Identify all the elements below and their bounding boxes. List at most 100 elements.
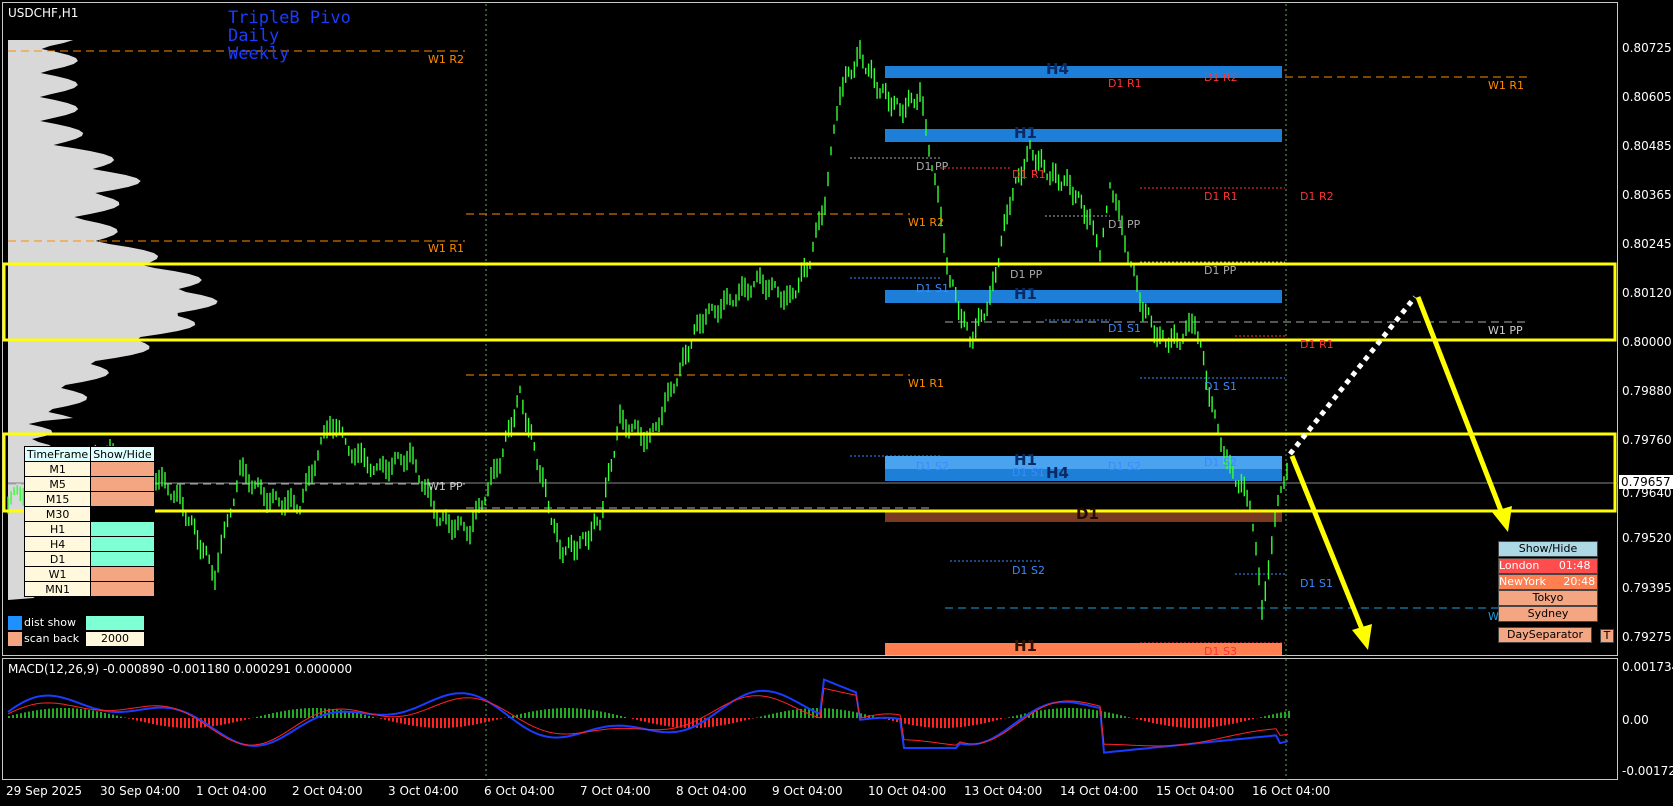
macd-bar xyxy=(256,716,258,719)
macd-bar xyxy=(1224,718,1226,726)
day-separator-button[interactable]: DaySeparator xyxy=(1498,627,1592,643)
tf-toggle[interactable] xyxy=(90,521,155,537)
tf-label: W1 xyxy=(23,566,92,582)
session-newyork[interactable]: NewYork 20:48 xyxy=(1498,574,1598,590)
macd-bar xyxy=(192,718,194,728)
macd-bar xyxy=(576,708,578,719)
indicator-name: TripleB Pivo xyxy=(228,8,351,28)
macd-bar xyxy=(1124,716,1126,718)
d1-r1-label-3: D1 R1 xyxy=(1012,168,1046,181)
macd-bar xyxy=(948,718,950,728)
macd-bar xyxy=(36,710,38,718)
tf-toggle[interactable] xyxy=(90,581,155,597)
macd-bar xyxy=(168,718,170,727)
macd-bar xyxy=(1252,718,1254,720)
macd-bar xyxy=(1088,709,1090,719)
d1-r1-label: D1 R1 xyxy=(1108,77,1142,90)
macd-bar xyxy=(768,714,770,718)
macd-bar xyxy=(296,709,298,719)
d1-pp-label: D1 PP xyxy=(916,160,949,173)
d1-r2-label: D1 R2 xyxy=(1204,71,1238,84)
d1-pp-label-2: D1 PP xyxy=(1108,218,1141,231)
session-london[interactable]: London 01:48 xyxy=(1498,558,1598,574)
price-tick: 0.79880 xyxy=(1622,384,1672,398)
macd-bar xyxy=(1128,717,1130,718)
macd-bar xyxy=(28,711,30,718)
macd-bar xyxy=(308,708,310,719)
macd-bar xyxy=(236,718,238,722)
macd-bar xyxy=(584,709,586,718)
d1-r1-label-2: D1 R1 xyxy=(1204,190,1238,203)
macd-bar xyxy=(540,709,542,718)
h4-zone-label-2: H4 xyxy=(1046,464,1069,482)
dist-show-toggle[interactable] xyxy=(8,616,22,630)
date-tick: 16 Oct 04:00 xyxy=(1252,784,1331,798)
macd-bar xyxy=(836,709,838,719)
macd-bar xyxy=(48,708,50,718)
date-tick: 15 Oct 04:00 xyxy=(1156,784,1235,798)
macd-bar xyxy=(564,708,566,719)
macd-bar xyxy=(248,718,250,719)
macd-bar xyxy=(216,718,218,726)
session-newyork-label: NewYork xyxy=(1499,575,1546,588)
macd-bar xyxy=(1276,713,1278,719)
tf-toggle[interactable] xyxy=(90,476,155,492)
macd-bar xyxy=(656,718,658,725)
candlesticks xyxy=(7,40,1288,620)
tf-toggle[interactable] xyxy=(90,491,155,507)
yellow-arrowhead-left xyxy=(1352,624,1372,650)
macd-bar xyxy=(356,712,358,718)
macd-bar xyxy=(1040,710,1042,718)
t-button[interactable]: T xyxy=(1600,629,1614,643)
macd-bar xyxy=(764,715,766,719)
h1-zone-top xyxy=(885,129,1282,142)
tf-toggle[interactable] xyxy=(90,536,155,552)
macd-bar xyxy=(912,718,914,726)
price-tick: 0.79520 xyxy=(1622,531,1672,545)
macd-bar xyxy=(744,718,746,721)
macd-bar xyxy=(988,718,990,723)
macd-bar xyxy=(8,716,10,719)
session-tokyo[interactable]: Tokyo xyxy=(1498,590,1598,606)
sessions-show-hide-button[interactable]: Show/Hide xyxy=(1498,541,1598,557)
macd-bar xyxy=(612,714,614,719)
macd-bar xyxy=(832,708,834,719)
w1-r1-label: W1 R1 xyxy=(428,242,465,255)
macd-bar xyxy=(568,708,570,719)
macd-bar xyxy=(1200,718,1202,728)
macd-bar xyxy=(588,709,590,719)
macd-bar xyxy=(152,718,154,725)
scan-back-input[interactable]: 2000 xyxy=(86,632,144,646)
d1-s1-label-2: D1 S1 xyxy=(1108,322,1141,335)
macd-bar xyxy=(936,718,938,728)
macd-bar xyxy=(672,718,674,727)
macd-scale-bottom: -0.001723 xyxy=(1622,764,1673,778)
macd-bar xyxy=(80,708,82,719)
macd-bar xyxy=(1104,711,1106,718)
indicator-weekly-label: Weekly xyxy=(228,44,290,64)
macd-bar xyxy=(1060,708,1062,719)
macd-bar xyxy=(276,712,278,719)
tf-row-mn1: MN1 xyxy=(23,581,155,597)
tf-toggle[interactable] xyxy=(90,506,155,522)
d1-r1-label-4: D1 R1 xyxy=(1300,338,1334,351)
tf-toggle[interactable] xyxy=(90,566,155,582)
macd-bar xyxy=(1048,709,1050,719)
macd-bar xyxy=(932,718,934,728)
dist-show-value[interactable] xyxy=(86,616,144,630)
tf-toggle[interactable] xyxy=(90,461,155,477)
macd-bar xyxy=(140,718,142,722)
macd-bar xyxy=(1120,715,1122,718)
d1-s1-label-3: D1 S1 xyxy=(1204,380,1237,393)
macd-bar xyxy=(364,714,366,719)
price-chart-canvas[interactable] xyxy=(0,0,1673,806)
macd-bar xyxy=(644,718,646,722)
tf-toggle[interactable] xyxy=(90,551,155,567)
date-tick: 13 Oct 04:00 xyxy=(964,784,1043,798)
macd-bar xyxy=(760,716,762,719)
session-sydney[interactable]: Sydney xyxy=(1498,606,1598,622)
macd-bar xyxy=(616,714,618,718)
macd-bar xyxy=(32,710,34,719)
macd-bar xyxy=(712,718,714,727)
scan-back-toggle[interactable] xyxy=(8,632,22,646)
